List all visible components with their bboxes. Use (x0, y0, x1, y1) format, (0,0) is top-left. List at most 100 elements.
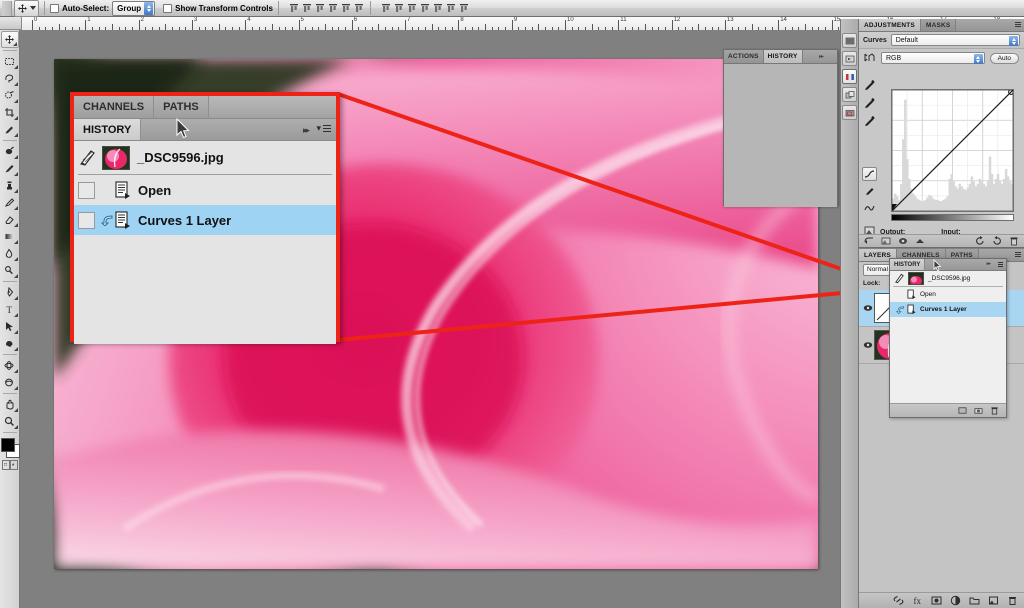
edit-points-curve-icon[interactable] (862, 167, 877, 181)
tab-actions[interactable]: ACTIONS (724, 50, 764, 63)
align-bottom-edges-icon[interactable] (314, 2, 326, 15)
curves-graph[interactable] (891, 89, 1014, 212)
small-history-state-curves[interactable]: Curves 1 Layer (890, 302, 1006, 317)
small-history-snapshot-row[interactable]: _DSC9596.jpg (890, 271, 1006, 286)
tool-crop-tool[interactable] (1, 104, 19, 121)
tab-history-magnified[interactable]: HISTORY (74, 119, 142, 140)
link-layers-icon[interactable] (893, 595, 904, 606)
tool-rectangle-tool[interactable] (1, 335, 19, 352)
tab-paths[interactable]: PATHS (154, 96, 209, 118)
layer-visibility-toggle-curves[interactable] (861, 304, 874, 312)
adjustments-panel[interactable]: ADJUSTMENTS MASKS Curves Default RGB Aut… (859, 19, 1024, 248)
view-previous-state-icon[interactable] (881, 236, 891, 246)
history-state-curves[interactable]: Curves 1 Layer (74, 205, 336, 235)
curves-preset-dropdown[interactable]: Default (890, 34, 1020, 46)
history-state-checkbox-open[interactable] (78, 181, 95, 199)
history-panel-icon[interactable] (842, 33, 857, 48)
auto-select-checkbox[interactable] (50, 3, 59, 13)
distribute-top-edges-icon[interactable] (380, 2, 392, 15)
history-state-checkbox-curves[interactable] (78, 211, 95, 229)
navigator-panel-icon[interactable] (842, 105, 857, 120)
new-document-from-state-icon[interactable] (958, 406, 967, 415)
distribute-horizontal-centers-icon[interactable] (432, 2, 444, 15)
tab-channels[interactable]: CHANNELS (74, 96, 155, 118)
distribute-left-edges-icon[interactable] (419, 2, 431, 15)
tool-pen-tool[interactable] (1, 284, 19, 301)
new-snapshot-icon[interactable] (974, 406, 983, 415)
tool-rectangular-marquee-tool[interactable] (1, 53, 19, 70)
return-to-adjustment-list-icon[interactable] (915, 236, 925, 246)
history-brush-source-icon[interactable] (78, 148, 98, 168)
delete-state-icon[interactable] (990, 406, 999, 415)
channel-dropdown[interactable]: RGB (881, 52, 985, 64)
align-vertical-centers-icon[interactable] (301, 2, 313, 15)
panel-menu-icon-magnified[interactable]: ▾ (316, 123, 331, 134)
small-history-panel[interactable]: HISTORY ▸▸ _DSC9596.jpg Open Curves 1 La… (889, 258, 1007, 418)
align-right-edges-icon[interactable] (353, 2, 365, 15)
color-swatches[interactable] (0, 438, 20, 458)
distribute-bottom-edges-icon[interactable] (406, 2, 418, 15)
add-layer-mask-icon[interactable] (931, 595, 942, 606)
history-brush-source-icon-small[interactable] (894, 273, 905, 284)
auto-align-layers-icon[interactable] (458, 2, 470, 15)
history-state-open[interactable]: Open (74, 175, 336, 205)
align-top-edges-icon[interactable] (288, 2, 300, 15)
panel-menu-icon-layers[interactable] (1015, 252, 1021, 257)
panel-menu-icon-small[interactable] (998, 262, 1003, 267)
align-left-edges-icon[interactable] (327, 2, 339, 15)
distribute-vertical-centers-icon[interactable] (393, 2, 405, 15)
layer-style-icon[interactable]: fx (912, 595, 923, 606)
history-snapshot-row[interactable]: _DSC9596.jpg (74, 141, 336, 174)
tool-path-selection-tool[interactable] (1, 318, 19, 335)
clip-to-layer-footer-icon[interactable] (864, 236, 874, 246)
tab-history[interactable]: HISTORY (763, 50, 803, 63)
tool-spot-healing-brush-tool[interactable] (1, 143, 19, 160)
foreground-color-swatch[interactable] (0, 438, 15, 452)
new-layer-icon[interactable] (988, 595, 999, 606)
quick-mask-mode-icon[interactable]: ◐ (9, 460, 18, 470)
tool-3d-rotate-tool[interactable] (1, 357, 19, 374)
panel-menu-icon-adjustments[interactable] (1015, 22, 1021, 27)
collapse-chevron-icon-small[interactable]: ▸▸ (986, 261, 990, 267)
options-bar-grip[interactable] (2, 0, 12, 16)
align-horizontal-centers-icon[interactable] (340, 2, 352, 15)
set-black-point-eyedropper-icon[interactable] (863, 79, 876, 92)
new-group-icon[interactable] (969, 595, 980, 606)
tool-lasso-tool[interactable] (1, 70, 19, 87)
delete-layer-icon[interactable] (1007, 595, 1018, 606)
magnified-history-panel[interactable]: CHANNELS PATHS HISTORY ▸▸ ▾ _DSC9596.jpg… (70, 92, 340, 344)
standard-mode-icon[interactable]: □ (1, 460, 10, 470)
tool-move-tool[interactable] (0, 31, 19, 48)
tab-masks[interactable]: MASKS (920, 19, 957, 31)
show-transform-checkbox[interactable] (163, 3, 173, 13)
tool-brush-tool[interactable] (1, 160, 19, 177)
set-white-point-eyedropper-icon[interactable] (863, 115, 876, 128)
tool-blur-tool[interactable] (1, 245, 19, 262)
history-brush-source-arrow-icon[interactable] (100, 214, 114, 226)
reset-icon[interactable] (975, 236, 985, 246)
tool-history-brush-tool[interactable] (1, 194, 19, 211)
actions-panel-icon[interactable] (842, 51, 857, 66)
delete-adjustment-icon[interactable] (1009, 236, 1019, 246)
tab-history-small[interactable]: HISTORY (890, 259, 926, 270)
tool-preset-chevron-icon[interactable] (30, 6, 36, 10)
color-panel-icon[interactable] (842, 69, 857, 84)
tool-3d-orbit-tool[interactable] (1, 374, 19, 391)
revert-icon[interactable] (992, 236, 1002, 246)
pencil-draw-curve-icon[interactable] (862, 184, 877, 198)
new-adjustment-layer-icon[interactable] (950, 595, 961, 606)
set-gray-point-eyedropper-icon[interactable] (863, 97, 876, 110)
tool-dodge-tool[interactable] (1, 262, 19, 279)
tool-quick-selection-tool[interactable] (1, 87, 19, 104)
tool-zoom-tool[interactable] (1, 413, 19, 430)
current-tool-button[interactable] (14, 0, 39, 17)
actions-history-floating-panel[interactable]: ACTIONS HISTORY ▸▸ (723, 49, 838, 207)
tool-clone-stamp-tool[interactable] (1, 177, 19, 194)
distribute-right-edges-icon[interactable] (445, 2, 457, 15)
tool-hand-tool[interactable] (1, 396, 19, 413)
collapse-chevron-icon-magnified[interactable]: ▸▸ (303, 125, 310, 136)
toggle-layer-visibility-icon[interactable] (898, 236, 908, 246)
styles-panel-icon[interactable] (842, 87, 857, 102)
tool-horizontal-type-tool[interactable]: T (1, 301, 19, 318)
quick-mask-toggle[interactable]: □ ◐ (1, 460, 18, 470)
